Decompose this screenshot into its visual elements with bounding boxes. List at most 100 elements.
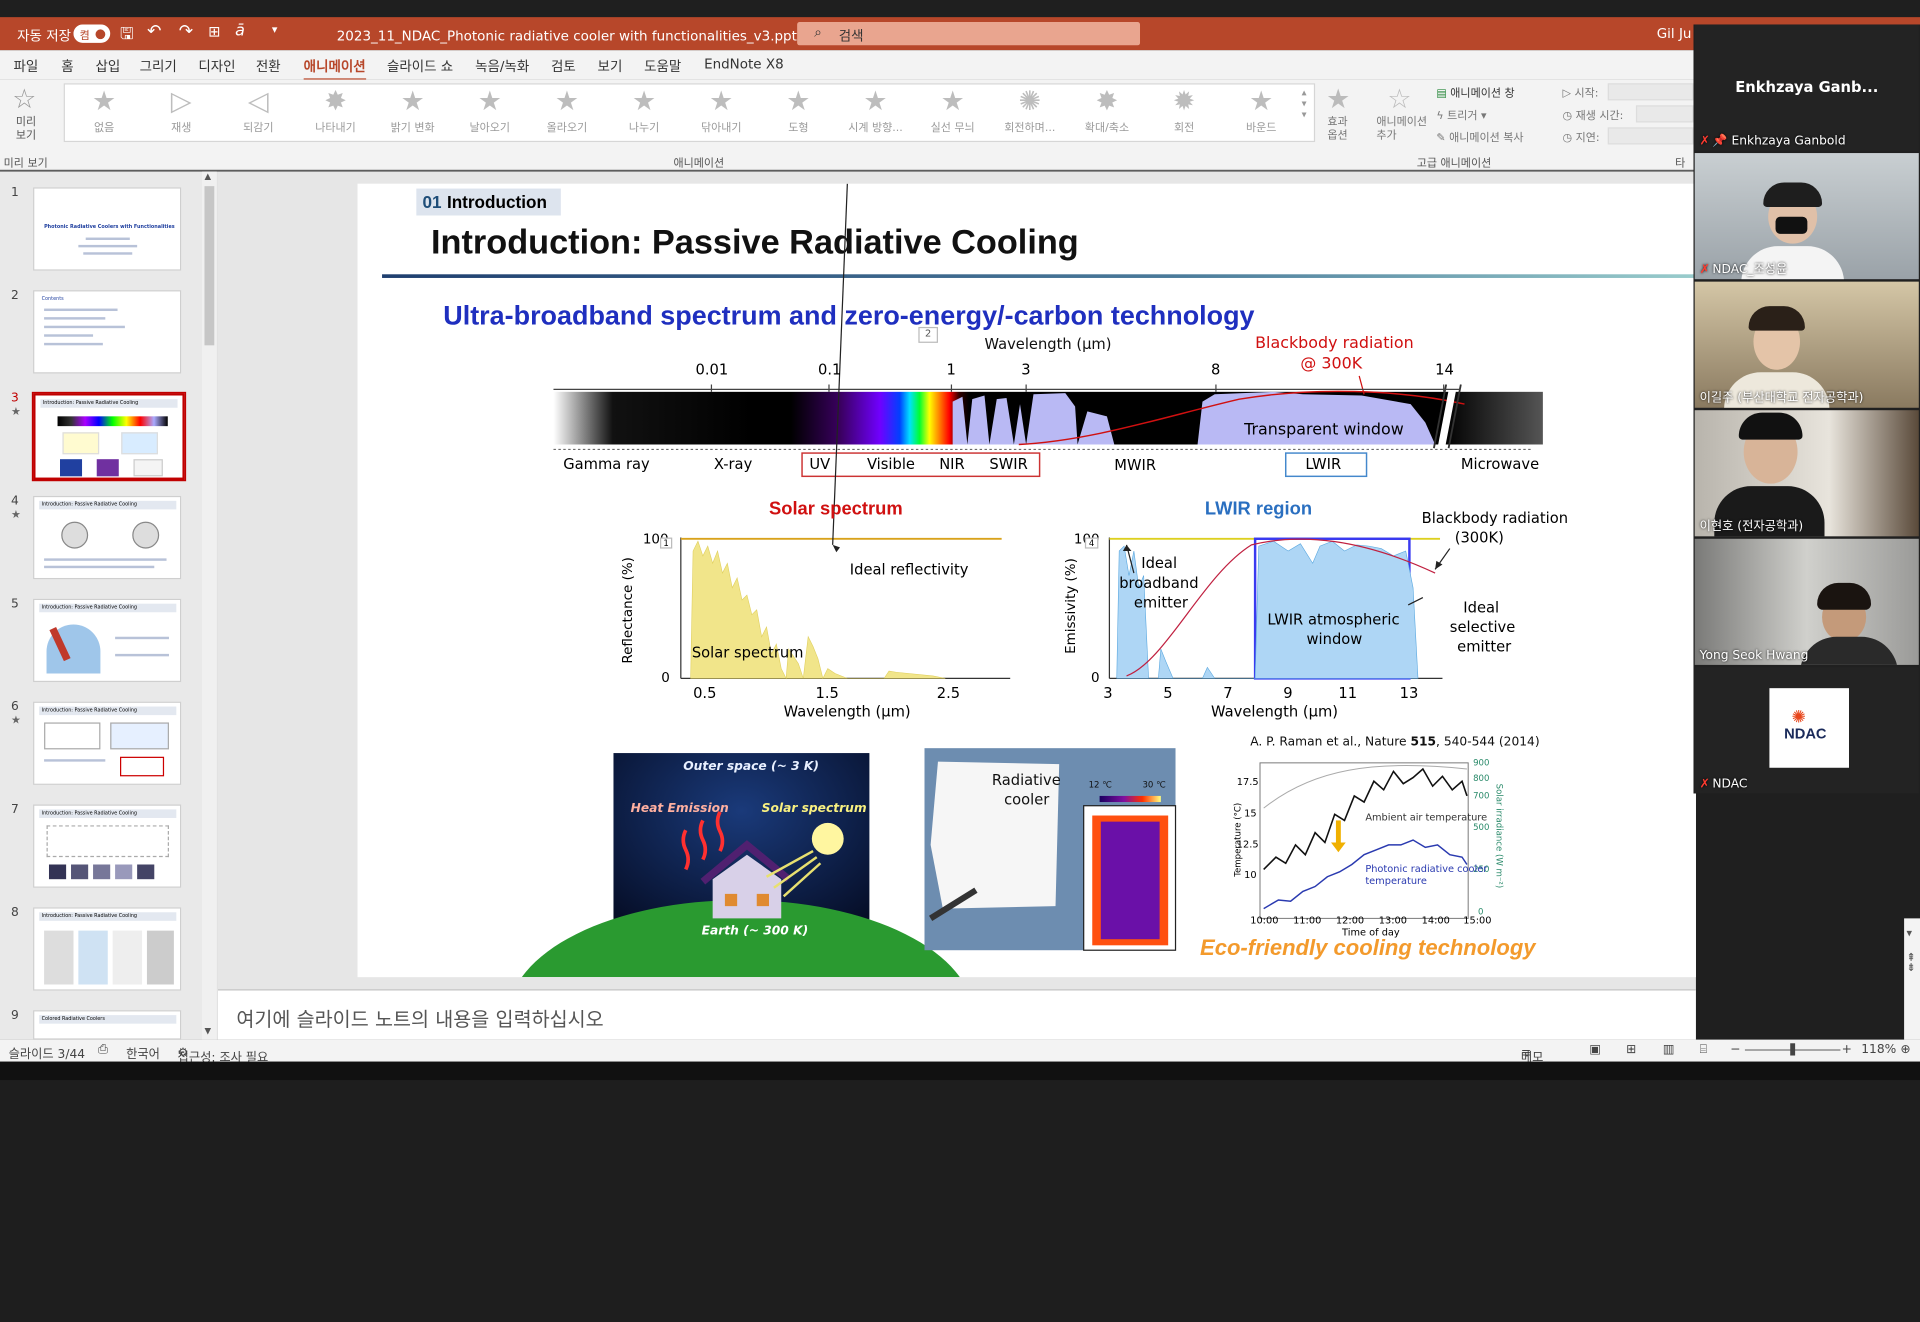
solar-x-label: Wavelength (μm) [783,702,911,721]
anim-rewind[interactable]: ◁ 되감기 [222,87,295,135]
slideshow-icon[interactable]: ⌸ [1700,1043,1707,1056]
preview-button[interactable]: 미리 보기 [16,116,36,143]
participant-tile-2[interactable]: ✗ NDAC_조성윤 [1694,153,1919,280]
fit-slide-icon[interactable]: ⊕ [1900,1043,1910,1056]
slide-thumbnail-3[interactable]: Introduction: Passive Radiative Cooling [31,391,187,482]
slide-thumbnail-7[interactable]: Introduction: Passive Radiative Cooling [33,804,182,888]
slide-thumbnail-1[interactable]: Photonic Radiative Coolers with Function… [33,187,182,271]
anim-bounce[interactable]: ★ 바운드 [1225,87,1298,135]
start-select[interactable] [1607,83,1694,101]
editor-scrollbar[interactable]: ▾ ⇞ ⇟ [1904,918,1920,1040]
presentation-icon[interactable]: ⊞ [208,23,220,40]
zoom-in-icon[interactable]: + [1842,1043,1852,1056]
zoom-level[interactable]: 118% [1861,1043,1896,1056]
search-box[interactable]: ⌕ 검색 [797,22,1141,46]
anim-play[interactable]: ▷ 재생 [144,87,217,135]
ideal-broadband-label-2: broadband [1119,574,1199,592]
anim-wipe[interactable]: ★ 닦아내기 [684,87,757,135]
animation-painter-button[interactable]: ✎ 애니메이션 복사 [1436,129,1523,144]
notes-pane[interactable]: 여기에 슬라이드 노트의 내용을 입력하십시오 [217,989,1696,1040]
next-slide-icon[interactable]: ⇟ [1907,962,1916,974]
anim-zoom[interactable]: ✸ 확대/축소 [1070,87,1143,135]
animation-marker[interactable]: 1 [660,537,673,549]
customize-icon[interactable]: ▾ [272,24,278,36]
graph-y2tick: 900 [1473,757,1490,768]
pane-icon: ▤ [1436,88,1447,101]
anim-grow-turn[interactable]: ✺ 회전하며... [993,87,1066,135]
redo-icon[interactable]: ↷ [179,22,193,42]
zoom-out-icon[interactable]: − [1730,1043,1740,1056]
menu-draw[interactable]: 그리기 [140,56,177,76]
slide-thumbnail-2[interactable]: Contents [33,290,182,374]
participant-tile-3[interactable]: 이길주 (부산대학교 전자공학과) [1694,281,1919,408]
menu-design[interactable]: 디자인 [198,56,235,76]
menu-slideshow[interactable]: 슬라이드 쇼 [387,56,453,76]
scroll-down-icon[interactable]: ▾ [1907,928,1913,940]
menu-view[interactable]: 보기 [598,56,623,76]
trigger-button[interactable]: ϟ 트리거 ▾ [1436,107,1486,122]
menu-insert[interactable]: 삽입 [96,56,121,76]
anim-swivel[interactable]: ✹ 회전 [1147,87,1220,135]
participant-tile-6[interactable]: ✺ NDAC ✗ NDAC [1694,667,1919,794]
slide-sorter-icon[interactable]: ⊞ [1626,1043,1636,1056]
user-name[interactable]: Gil Ju [1657,26,1692,42]
participant-tile-5[interactable]: Yong Seok Hwang [1694,538,1919,665]
normal-view-icon[interactable]: ▣ [1589,1043,1601,1056]
undo-icon[interactable]: ↶ [147,22,161,42]
slide-thumbnail-5[interactable]: Introduction: Passive Radiative Cooling [33,598,182,683]
slide-thumbnail-9[interactable]: Colored Radiative Coolers [33,1010,182,1040]
menu-file[interactable]: 파일 [13,56,38,76]
duration-input[interactable] [1635,105,1694,123]
menu-help[interactable]: 도움말 [644,56,681,76]
file-name[interactable]: 2023_11_NDAC_Photonic radiative cooler w… [337,26,859,46]
anim-float-in[interactable]: ★ 올라오기 [530,87,603,135]
solar-spectrum-label: Solar spectrum [691,644,804,662]
anim-shape[interactable]: ★ 도형 [762,87,835,135]
spellcheck-icon[interactable]: ⎙ [98,1043,108,1056]
preview-star-icon[interactable]: ☆ [12,84,36,115]
language-status[interactable]: 한국어 [126,1043,160,1061]
anim-fade[interactable]: ★ 밝기 변화 [376,87,449,135]
scroll-down-icon[interactable]: ▼ [204,1026,211,1036]
animation-pane-button[interactable]: ▤ 애니메이션 창 [1436,84,1514,100]
animation-marker[interactable]: 4 [1084,537,1099,549]
menu-endnote[interactable]: EndNote X8 [704,56,784,72]
zoom-slider-thumb[interactable] [1790,1043,1796,1056]
font-icon[interactable]: ā [235,22,245,40]
gallery-scroll-icon[interactable]: ▴ ▾ ▾ [1302,87,1307,120]
autosave-toggle[interactable]: 켬 [73,24,111,43]
anim-split[interactable]: ★ 나누기 [607,87,680,135]
slide-thumbnail-8[interactable]: Introduction: Passive Radiative Cooling [33,907,182,991]
thumb-title: Contents [41,295,64,302]
effect-options-icon[interactable]: ★ [1326,84,1350,115]
star-icon: ★ [709,86,734,118]
anim-none[interactable]: ★ 없음 [67,87,140,135]
participant-tile-4[interactable]: 이현호 (전자공학과) [1694,410,1919,537]
spectrum-axis-label: Wavelength (μm) [984,335,1112,353]
anim-fly-in[interactable]: ★ 날아오기 [453,87,526,135]
scroll-thumb[interactable] [204,186,215,346]
menu-animations[interactable]: 애니메이션 [303,56,366,81]
menu-record[interactable]: 녹음/녹화 [475,56,529,76]
anim-wheel[interactable]: ★ 시계 방향... [839,87,912,135]
add-animation-button[interactable]: 애니메이션 추가 [1376,116,1427,143]
add-animation-icon[interactable]: ☆ [1387,84,1411,115]
menu-transitions[interactable]: 전환 [256,56,281,76]
slide-thumbnail-6[interactable]: Introduction: Passive Radiative Cooling [33,701,182,785]
effect-options-button[interactable]: 효과 옵션 [1327,116,1347,143]
thumb-number: 4 [11,494,19,509]
anim-appear[interactable]: ✸ 나타내기 [299,87,372,135]
anim-random-bars[interactable]: ★ 실선 무늬 [916,87,989,135]
menu-home[interactable]: 홈 [61,56,73,76]
menu-review[interactable]: 검토 [551,56,576,76]
thumbnail-scrollbar[interactable]: ▲ ▼ [202,171,217,1040]
participant-name: 이현호 (전자공학과) [1699,520,1804,534]
delay-input[interactable] [1607,127,1694,145]
reading-view-icon[interactable]: ▥ [1663,1043,1675,1056]
slide-thumbnail-4[interactable]: Introduction: Passive Radiative Cooling [33,495,182,580]
participant-tile-1[interactable]: Enkhzaya Ganb... ✗ 📌 Enkhzaya Ganbold [1694,24,1919,151]
band-gamma: Gamma ray [563,455,650,473]
scroll-up-icon[interactable]: ▲ [204,171,211,181]
save-icon[interactable]: 🖫 [120,23,134,50]
star-icon: ★ [631,86,657,118]
